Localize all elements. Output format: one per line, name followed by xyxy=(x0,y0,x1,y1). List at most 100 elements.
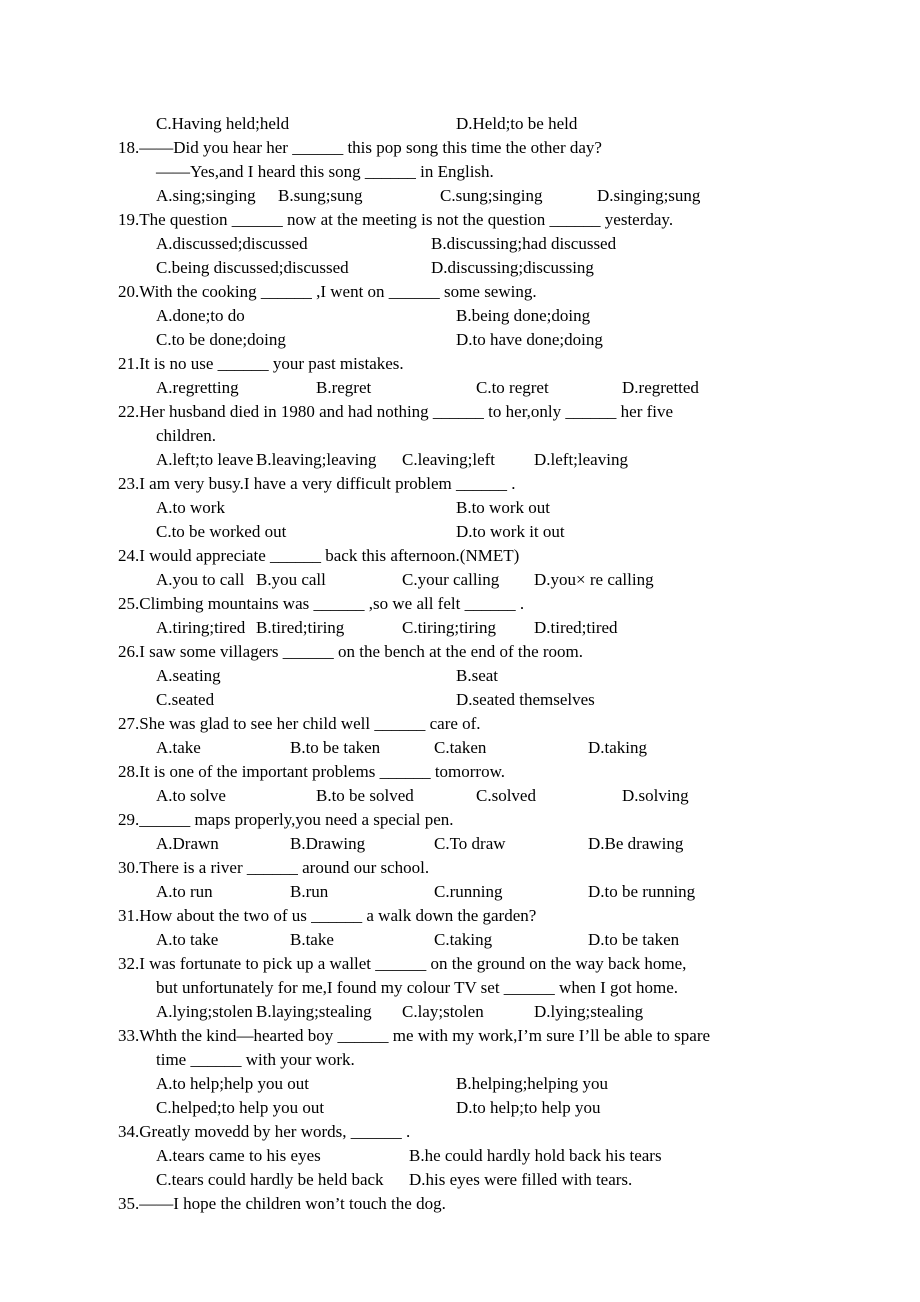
option-choice: A.to take xyxy=(156,930,219,949)
option-choice: A.done;to do xyxy=(156,306,245,325)
option-row: A.to take B.take C.taking D.to be taken xyxy=(156,928,850,952)
option-choice: D.discussing;discussing xyxy=(431,258,594,277)
option-choice: D.regretted xyxy=(622,378,699,397)
option-choice: D.to help;to help you xyxy=(456,1098,601,1117)
option-row: A.lying;stolen B.laying;stealing C.lay;sto… xyxy=(156,1000,850,1024)
option-choice: D.to have done;doing xyxy=(456,330,603,349)
option-choice: C.tears could hardly be held back xyxy=(156,1170,384,1189)
option-choice: B.helping;helping you xyxy=(456,1074,609,1093)
option-row: C.helped;to help you out D.to help;to hel… xyxy=(156,1096,850,1120)
option-choice: D.to be running xyxy=(588,882,696,901)
question-stem: 22.Her husband died in 1980 and had noth… xyxy=(118,402,674,421)
question-stem: 19.The question ______ now at the meetin… xyxy=(118,210,674,229)
option-choice: D.Held;to be held xyxy=(456,114,578,133)
question-stem: 27.She was glad to see her child well __… xyxy=(118,714,481,733)
option-choice: C.your calling xyxy=(402,570,500,589)
option-choice: A.to solve xyxy=(156,786,226,805)
option-row: A.to run B.run C.running D.to be running xyxy=(156,880,850,904)
option-row: C.to be done;doing D.to have done;doing xyxy=(156,328,850,352)
option-choice: C.seated xyxy=(156,690,215,709)
option-choice: B.regret xyxy=(316,378,372,397)
question-stem-continued: but unfortunately for me,I found my colo… xyxy=(156,978,679,997)
question-stem: 32.I was fortunate to pick up a wallet _… xyxy=(118,954,687,973)
option-row: A.take B.to be taken C.taken D.taking xyxy=(156,736,850,760)
option-choice: B.laying;stealing xyxy=(256,1002,372,1021)
option-choice: B.to work out xyxy=(456,498,550,517)
option-row: A.you to call B.you call C.your calling D.y… xyxy=(156,568,850,592)
option-choice: B.take xyxy=(290,930,334,949)
question-stem: 20.With the cooking ______ ,I went on __… xyxy=(118,282,537,301)
option-choice: B.tired;tiring xyxy=(256,618,345,637)
option-choice: A.lying;stolen xyxy=(156,1002,253,1021)
option-choice: D.left;leaving xyxy=(534,450,628,469)
option-choice: C.tiring;tiring xyxy=(402,618,496,637)
option-choice: D.solving xyxy=(622,786,689,805)
option-row: A.left;to leave B.leaving;leaving C.leavin… xyxy=(156,448,850,472)
question-stem: 33.Whth the kind—hearted boy ______ me w… xyxy=(118,1026,711,1045)
question-stem: 34.Greatly movedd by her words, ______ . xyxy=(118,1122,411,1141)
option-choice: D.his eyes were filled with tears. xyxy=(409,1170,633,1189)
option-choice: D.singing;sung xyxy=(597,186,701,205)
option-choice: C.to regret xyxy=(476,378,549,397)
option-choice: D.to be taken xyxy=(588,930,680,949)
question-stem: 28.It is one of the important problems _… xyxy=(118,762,506,781)
option-choice: A.to help;help you out xyxy=(156,1074,309,1093)
question-stem: 24.I would appreciate ______ back this a… xyxy=(118,546,520,565)
question-stem: 23.I am very busy.I have a very difficul… xyxy=(118,474,516,493)
option-choice: C.taken xyxy=(434,738,487,757)
option-choice: C.solved xyxy=(476,786,536,805)
option-row: A.tears came to his eyes B.he could hardl… xyxy=(156,1144,850,1168)
question-stem-continued: time ______ with your work. xyxy=(156,1050,355,1069)
option-choice: A.take xyxy=(156,738,201,757)
option-row: A.to work B.to work out xyxy=(156,496,850,520)
option-choice: D.you× re calling xyxy=(534,570,654,589)
option-choice: B.to be solved xyxy=(316,786,414,805)
option-choice: C.taking xyxy=(434,930,493,949)
worksheet-page: C.Having held;held D.Held;to be held 18.—… xyxy=(0,0,920,1302)
option-choice: A.regretting xyxy=(156,378,239,397)
option-row: A.tiring;tired B.tired;tiring C.tiring;tir… xyxy=(156,616,850,640)
question-stem-continued: ——Yes,and I heard this song ______ in En… xyxy=(156,162,494,181)
option-choice: D.taking xyxy=(588,738,648,757)
option-choice: B.to be taken xyxy=(290,738,381,757)
option-choice: B.run xyxy=(290,882,329,901)
option-choice: A.discussed;discussed xyxy=(156,234,308,253)
option-choice: A.you to call xyxy=(156,570,245,589)
option-choice: B.being done;doing xyxy=(456,306,591,325)
option-choice: A.to run xyxy=(156,882,213,901)
option-choice: B.you call xyxy=(256,570,326,589)
option-row: C.seated D.seated themselves xyxy=(156,688,850,712)
option-choice: A.Drawn xyxy=(156,834,219,853)
option-choice: D.Be drawing xyxy=(588,834,684,853)
option-choice: B.seat xyxy=(456,666,499,685)
option-row: A.sing;singing B.sung;sung C.sung;singing D… xyxy=(156,184,850,208)
option-choice: B.discussing;had discussed xyxy=(431,234,617,253)
question-stem: 21.It is no use ______ your past mistake… xyxy=(118,354,404,373)
option-choice: C.leaving;left xyxy=(402,450,496,469)
question-stem: 35.——I hope the children won’t touch the… xyxy=(118,1194,446,1213)
option-choice: A.sing;singing xyxy=(156,186,256,205)
option-choice: D.seated themselves xyxy=(456,690,595,709)
option-choice: D.to work it out xyxy=(456,522,565,541)
option-choice: C.Having held;held xyxy=(156,114,290,133)
option-choice: A.seating xyxy=(156,666,221,685)
option-choice: C.being discussed;discussed xyxy=(156,258,349,277)
question-stem: 31.How about the two of us ______ a walk… xyxy=(118,906,537,925)
option-choice: C.helped;to help you out xyxy=(156,1098,325,1117)
option-choice: D.lying;stealing xyxy=(534,1002,644,1021)
option-choice: C.to be done;doing xyxy=(156,330,286,349)
option-row: A.discussed;discussed B.discussing;had di… xyxy=(156,232,850,256)
option-choice: B.he could hardly hold back his tears xyxy=(409,1146,662,1165)
question-list: C.Having held;held D.Held;to be held 18.—… xyxy=(118,112,850,1216)
option-choice: B.Drawing xyxy=(290,834,366,853)
option-row: A.seating B.seat xyxy=(156,664,850,688)
option-choice: C.running xyxy=(434,882,503,901)
option-choice: D.tired;tired xyxy=(534,618,618,637)
option-choice: C.to be worked out xyxy=(156,522,287,541)
option-choice: B.sung;sung xyxy=(278,186,363,205)
option-choice: B.leaving;leaving xyxy=(256,450,377,469)
option-row: C.Having held;held D.Held;to be held xyxy=(156,112,850,136)
option-row: C.tears could hardly be held back D.his e… xyxy=(156,1168,850,1192)
option-choice: C.sung;singing xyxy=(440,186,543,205)
option-choice: A.tiring;tired xyxy=(156,618,246,637)
